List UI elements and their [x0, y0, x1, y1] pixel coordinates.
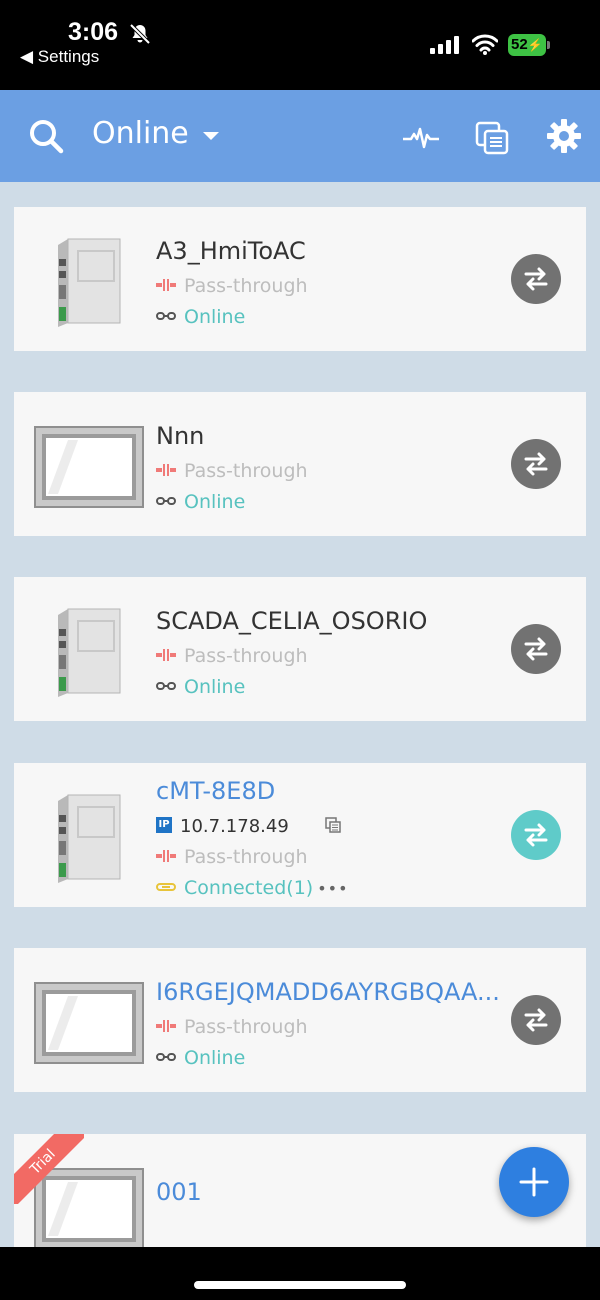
search-icon[interactable] [28, 118, 64, 154]
swap-arrows-icon [524, 267, 548, 291]
passthrough-row[interactable]: Pass-through [156, 275, 308, 297]
connection-status-row: Online [156, 491, 245, 513]
passthrough-icon [156, 849, 176, 862]
device-card[interactable]: A3_HmiToAC Pass-through Online [14, 207, 586, 351]
home-indicator[interactable] [194, 1281, 406, 1289]
connection-status-row: Online [156, 676, 245, 698]
connection-status-row[interactable]: Connected(1) ••• [156, 877, 349, 899]
status-text: Online [184, 676, 246, 698]
swap-arrows-icon [524, 823, 548, 847]
device-card[interactable]: I6RGEJQMADD6AYRGBQAA... Pass-through Onl… [14, 948, 586, 1092]
passthrough-icon [156, 1019, 176, 1032]
bell-muted-icon [129, 23, 151, 45]
gear-icon[interactable] [546, 118, 582, 154]
passthrough-row[interactable]: Pass-through [156, 846, 308, 868]
device-card[interactable]: SCADA_CELIA_OSORIO Pass-through Online [14, 577, 586, 721]
status-bar: 3:06 ◀ Settings 52⚡ [0, 0, 600, 90]
swap-connection-button[interactable] [511, 624, 561, 674]
clock: 3:06 [68, 18, 119, 46]
ip-badge: IP [156, 816, 172, 833]
pulse-icon[interactable] [402, 123, 440, 151]
plus-icon [519, 1167, 549, 1197]
device-list[interactable]: A3_HmiToAC Pass-through Online Nnn Pass-… [0, 182, 600, 1247]
trial-ribbon: Trial [14, 1134, 84, 1204]
app-header: Online [0, 90, 600, 182]
battery-indicator: 52⚡ [508, 34, 550, 56]
ip-address: 10.7.178.49 [180, 816, 289, 837]
status-text: Online [184, 1047, 246, 1069]
link-icon [156, 496, 176, 505]
status-text: Online [184, 491, 246, 513]
swap-connection-button[interactable] [511, 254, 561, 304]
wifi-icon [472, 34, 498, 55]
link-icon [156, 311, 176, 320]
copy-ip-icon[interactable] [325, 816, 341, 833]
hmi-panel-device-icon [34, 426, 144, 508]
device-name[interactable]: 001 [156, 1178, 202, 1206]
status-text: Connected(1) [184, 877, 314, 899]
passthrough-icon [156, 278, 176, 291]
hmi-box-device-icon [58, 794, 121, 883]
device-card[interactable]: cMT-8E8D IP 10.7.178.49 Pass-through Conn… [14, 763, 586, 907]
device-name[interactable]: Nnn [156, 422, 204, 450]
connected-link-icon [156, 882, 176, 891]
connection-status-row: Online [156, 1047, 245, 1069]
back-to-settings-link[interactable]: ◀ Settings [20, 47, 99, 67]
device-name[interactable]: A3_HmiToAC [156, 237, 306, 265]
filter-dropdown-label[interactable]: Online [92, 116, 189, 151]
connection-status-row: Online [156, 306, 245, 328]
more-options-icon[interactable]: ••• [317, 879, 348, 898]
link-icon [156, 1052, 176, 1061]
hmi-panel-device-icon [34, 982, 144, 1064]
passthrough-icon [156, 648, 176, 661]
swap-connection-button[interactable] [511, 810, 561, 860]
device-name[interactable]: I6RGEJQMADD6AYRGBQAA... [156, 978, 500, 1006]
passthrough-row[interactable]: Pass-through [156, 460, 308, 482]
device-name[interactable]: cMT-8E8D [156, 777, 275, 805]
add-device-button[interactable] [499, 1147, 569, 1217]
passthrough-row[interactable]: Pass-through [156, 645, 308, 667]
swap-connection-button[interactable] [511, 995, 561, 1045]
swap-arrows-icon [524, 637, 548, 661]
device-name[interactable]: SCADA_CELIA_OSORIO [156, 607, 427, 635]
chevron-down-icon[interactable] [203, 132, 219, 140]
device-card[interactable]: Nnn Pass-through Online [14, 392, 586, 536]
swap-connection-button[interactable] [511, 439, 561, 489]
status-text: Online [184, 306, 246, 328]
ip-row: IP 10.7.178.49 [156, 815, 341, 837]
home-indicator-area [0, 1247, 600, 1300]
cellular-signal-icon [430, 36, 459, 54]
copy-icon[interactable] [474, 120, 510, 156]
hmi-box-device-icon [58, 608, 121, 697]
hmi-box-device-icon [58, 238, 121, 327]
trial-badge: Trial [14, 1134, 84, 1204]
passthrough-row[interactable]: Pass-through [156, 1016, 308, 1038]
link-icon [156, 681, 176, 690]
passthrough-icon [156, 463, 176, 476]
swap-arrows-icon [524, 1008, 548, 1032]
charging-bolt-icon: ⚡ [527, 38, 543, 52]
swap-arrows-icon [524, 452, 548, 476]
